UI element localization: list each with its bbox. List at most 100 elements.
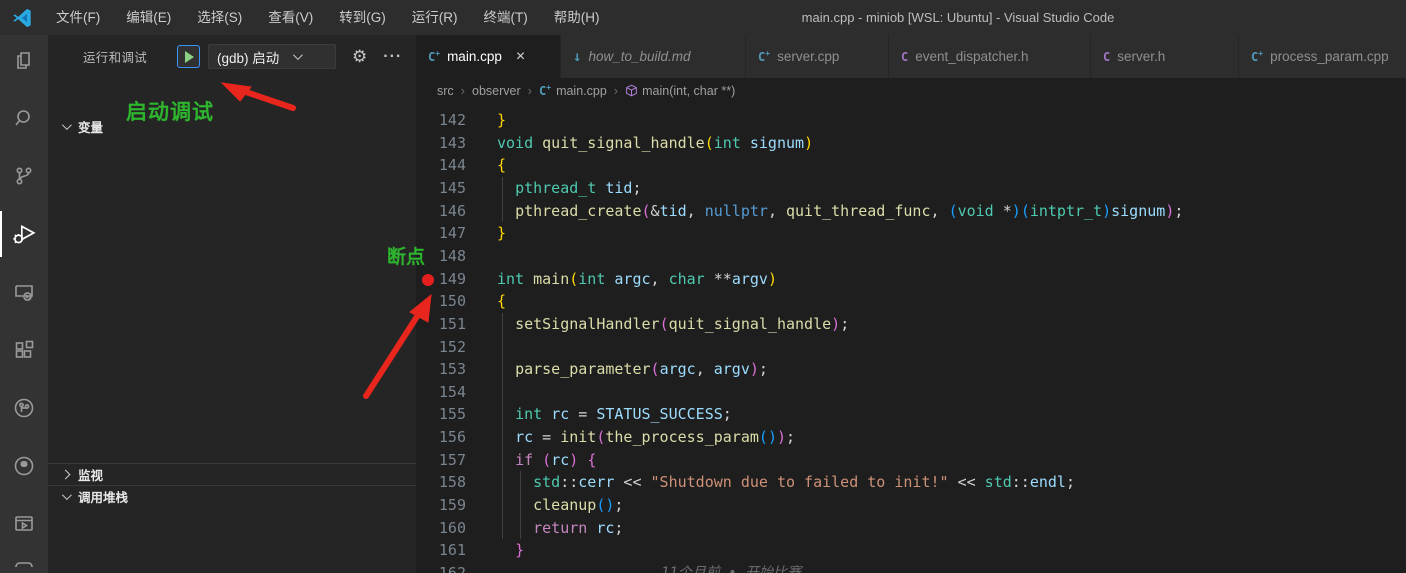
partial-bottom-icon[interactable] — [0, 557, 48, 571]
code-line-145[interactable]: 145 pthread_t tid; — [416, 177, 1406, 200]
tab-how-to-build-md[interactable]: ↓ how_to_build.md — [561, 35, 746, 78]
vscode-window: 文件(F) 编辑(E) 选择(S) 查看(V) 转到(G) 运行(R) 终端(T… — [0, 0, 1406, 573]
extensions-icon[interactable] — [0, 325, 48, 375]
code-line-147[interactable]: 147} — [416, 222, 1406, 245]
code-line-142[interactable]: 142} — [416, 109, 1406, 132]
tab-server-cpp[interactable]: C+ server.cpp — [746, 35, 889, 78]
tab-label: process_param.cpp — [1270, 49, 1389, 64]
code-line-162[interactable]: 162 11个月前 • 开始比赛 — [416, 562, 1406, 573]
cpp-file-icon: C+ — [539, 83, 552, 98]
tab-process-param-cpp[interactable]: C+ process_param.cpp — [1239, 35, 1406, 78]
section-variables[interactable]: 变量 — [48, 115, 416, 137]
code-text: if (rc) { — [515, 450, 597, 469]
code-line-161[interactable]: 161 } — [416, 539, 1406, 562]
section-label: 调用堆栈 — [78, 491, 129, 505]
breadcrumb-observer[interactable]: observer — [472, 84, 521, 98]
code-text: return rc; — [533, 518, 624, 537]
git-blame-annotation: 11个月前 • 开始比赛 — [661, 565, 802, 573]
code-text: rc = init(the_process_param()); — [515, 428, 796, 447]
chevron-right-icon: › — [527, 83, 532, 98]
line-number: 162 — [438, 564, 466, 573]
tab-event-dispatcher-h[interactable]: C event_dispatcher.h — [889, 35, 1091, 78]
code-line-149[interactable]: 149 int main(int argc, char **argv) — [416, 268, 1406, 291]
code-line-153[interactable]: 153 parse_parameter(argc, argv); — [416, 358, 1406, 381]
code-text: parse_parameter(argc, argv); — [515, 360, 768, 379]
code-line-155[interactable]: 155 int rc = STATUS_SUCCESS; — [416, 403, 1406, 426]
code-text: } — [515, 541, 525, 560]
github-icon[interactable] — [0, 441, 48, 491]
code-line-146[interactable]: 146 pthread_create(&tid, nullptr, quit_t… — [416, 200, 1406, 223]
debug-config-label: (gdb) 启动 — [217, 50, 280, 66]
code-line-144[interactable]: 144 { — [416, 154, 1406, 177]
run-and-debug-icon[interactable] — [0, 209, 48, 259]
close-icon[interactable]: × — [516, 48, 525, 66]
breadcrumb-src[interactable]: src — [437, 84, 454, 98]
code-line-143[interactable]: 143 void quit_signal_handle(int signum) — [416, 132, 1406, 155]
line-number: 149 — [438, 269, 466, 288]
breadcrumb-main-cpp[interactable]: main.cpp — [556, 84, 607, 98]
chevron-down-icon — [61, 119, 72, 130]
code-line-156[interactable]: 156 rc = init(the_process_param()); — [416, 426, 1406, 449]
sidebar-header: 运行和调试 (gdb) 启动 ⚙ ··· — [48, 35, 416, 78]
menu-go[interactable]: 转到(G) — [326, 0, 399, 35]
debug-config-dropdown[interactable]: (gdb) 启动 — [208, 44, 337, 69]
code-line-160[interactable]: 160 return rc; — [416, 517, 1406, 540]
remote-explorer-icon[interactable] — [0, 267, 48, 317]
live-preview-icon[interactable] — [0, 499, 48, 549]
tab-label: how_to_build.md — [588, 49, 691, 64]
menu-edit[interactable]: 编辑(E) — [113, 0, 184, 35]
section-watch[interactable]: 监视 — [48, 463, 416, 485]
line-number: 160 — [438, 518, 466, 537]
activity-bar — [0, 35, 48, 573]
section-call-stack[interactable]: 调用堆栈 — [48, 485, 416, 507]
line-number: 156 — [438, 428, 466, 447]
tab-label: main.cpp — [447, 49, 502, 64]
menu-terminal[interactable]: 终端(T) — [471, 0, 541, 35]
line-number: 158 — [438, 473, 466, 492]
window-title: main.cpp - miniob [WSL: Ubuntu] - Visual… — [801, 10, 1115, 25]
menu-run[interactable]: 运行(R) — [399, 0, 471, 35]
code-line-150[interactable]: 150 { — [416, 290, 1406, 313]
debug-start-button[interactable] — [177, 45, 201, 68]
code-line-151[interactable]: 151 setSignalHandler(quit_signal_handle)… — [416, 313, 1406, 336]
code-line-157[interactable]: 157 if (rc) { — [416, 449, 1406, 472]
code-text: } — [497, 111, 507, 129]
code-text: pthread_t tid; — [515, 178, 642, 197]
code-text: pthread_create(&tid, nullptr, quit_threa… — [515, 201, 1184, 220]
chevron-right-icon — [60, 469, 71, 480]
code-text: cleanup(); — [533, 496, 624, 515]
code-line-159[interactable]: 159 cleanup(); — [416, 494, 1406, 517]
breadcrumb-main-function[interactable]: main(int, char **) — [642, 84, 735, 98]
menu-selection[interactable]: 选择(S) — [184, 0, 255, 35]
tab-server-h[interactable]: C server.h — [1091, 35, 1239, 78]
search-icon[interactable] — [0, 93, 48, 143]
tab-main-cpp[interactable]: C+ main.cpp × — [416, 35, 561, 78]
code-line-158[interactable]: 158 std::cerr << "Shutdown due to failed… — [416, 471, 1406, 494]
explorer-icon[interactable] — [0, 35, 48, 85]
vscode-logo-icon — [13, 8, 31, 27]
markdown-file-icon: ↓ — [573, 48, 582, 65]
section-label: 变量 — [78, 120, 104, 135]
line-number: 148 — [438, 246, 466, 265]
git-graph-icon[interactable] — [0, 383, 48, 433]
code-text: std::cerr << "Shutdown due to failed to … — [533, 473, 1075, 492]
menu-help[interactable]: 帮助(H) — [541, 0, 613, 35]
code-text: { — [497, 292, 507, 311]
code-line-154[interactable]: 154 — [416, 381, 1406, 404]
code-editor[interactable]: 141142}143void quit_signal_handle(int si… — [416, 103, 1406, 573]
line-number: 145 — [438, 178, 466, 197]
run-debug-sidebar: 运行和调试 (gdb) 启动 ⚙ ··· 变量 监视 调用堆栈 — [48, 35, 416, 573]
tab-label: event_dispatcher.h — [915, 49, 1029, 64]
menu-view[interactable]: 查看(V) — [255, 0, 326, 35]
play-icon — [185, 50, 195, 63]
more-actions-icon[interactable]: ··· — [383, 48, 402, 66]
line-number: 144 — [438, 156, 466, 175]
code-line-152[interactable]: 152 — [416, 336, 1406, 359]
gear-icon[interactable]: ⚙ — [352, 47, 367, 67]
source-control-icon[interactable] — [0, 151, 48, 201]
symbol-namespace-icon — [626, 84, 638, 97]
chevron-right-icon: › — [460, 83, 466, 98]
code-text: } — [497, 224, 507, 243]
menu-file[interactable]: 文件(F) — [43, 0, 113, 35]
code-line-148[interactable]: 148 — [416, 245, 1406, 268]
